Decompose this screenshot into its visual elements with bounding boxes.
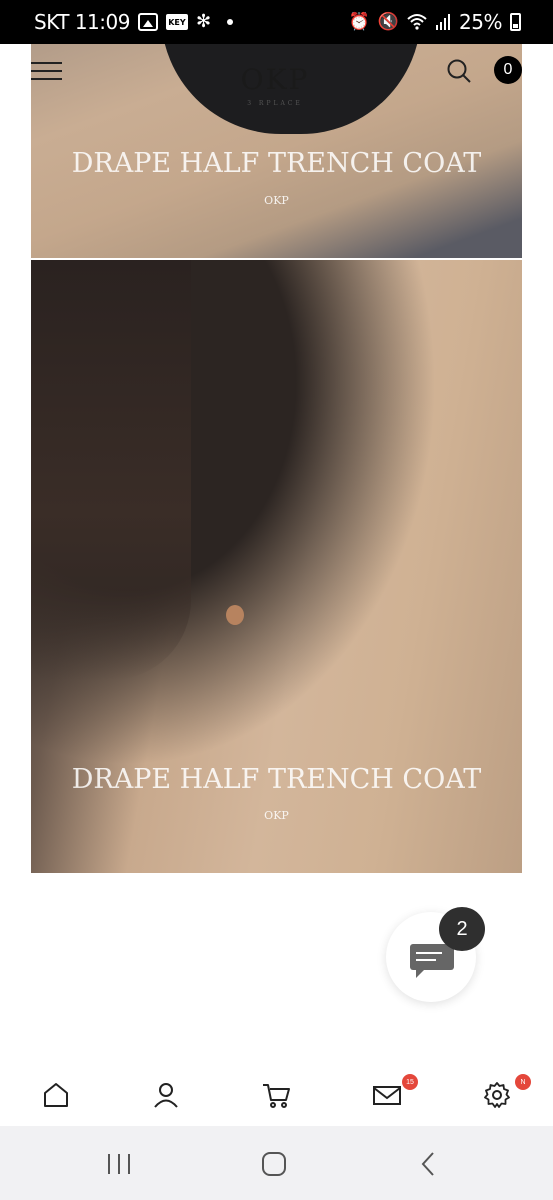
mail-badge: 15 <box>402 1074 418 1090</box>
home-button-icon[interactable] <box>260 1150 288 1178</box>
home-icon[interactable] <box>41 1080 71 1110</box>
product-title-2: DRAPE HALF TRENCH COAT <box>71 764 482 795</box>
cart-icon[interactable] <box>261 1080 291 1110</box>
product-brand-2: OKP <box>264 809 289 822</box>
signal-icon <box>436 14 451 30</box>
battery-icon <box>510 13 521 31</box>
cart-count-badge[interactable]: 0 <box>494 56 522 84</box>
mute-icon: 🔇 <box>377 12 400 32</box>
mail-icon[interactable] <box>372 1080 402 1110</box>
user-icon[interactable] <box>151 1080 181 1110</box>
wifi-icon <box>407 14 427 30</box>
back-icon[interactable] <box>418 1150 438 1178</box>
bottom-nav: 15 N <box>0 1068 553 1124</box>
system-nav-bar <box>0 1126 553 1200</box>
settings-badge: N <box>515 1074 531 1090</box>
menu-icon[interactable] <box>31 60 62 82</box>
logo[interactable]: OKP <box>200 63 350 96</box>
battery-percent: 25% <box>459 10 502 34</box>
status-bar: SKT 11:09 KEY ✻ ⏰ 🔇 25% <box>0 0 553 44</box>
chat-badge: 2 <box>439 907 485 951</box>
product-title-1: DRAPE HALF TRENCH COAT <box>71 148 482 179</box>
settings-icon[interactable] <box>482 1080 512 1110</box>
alarm-icon: ⏰ <box>348 12 370 32</box>
logo-subtitle: 3 RPLACE <box>247 100 303 107</box>
product-brand-1: OKP <box>264 194 289 207</box>
search-icon[interactable] <box>446 58 472 84</box>
fan-icon: ✻ <box>195 11 212 32</box>
hair-shape <box>31 260 191 680</box>
product-image-2[interactable]: DRAPE HALF TRENCH COAT OKP <box>31 260 522 873</box>
recent-apps-icon[interactable] <box>106 1150 132 1178</box>
dot-icon <box>227 19 234 25</box>
gallery-icon <box>137 13 158 31</box>
carrier-time: SKT 11:09 <box>34 10 130 34</box>
coat-button <box>226 605 244 625</box>
key-icon: KEY <box>165 14 188 30</box>
